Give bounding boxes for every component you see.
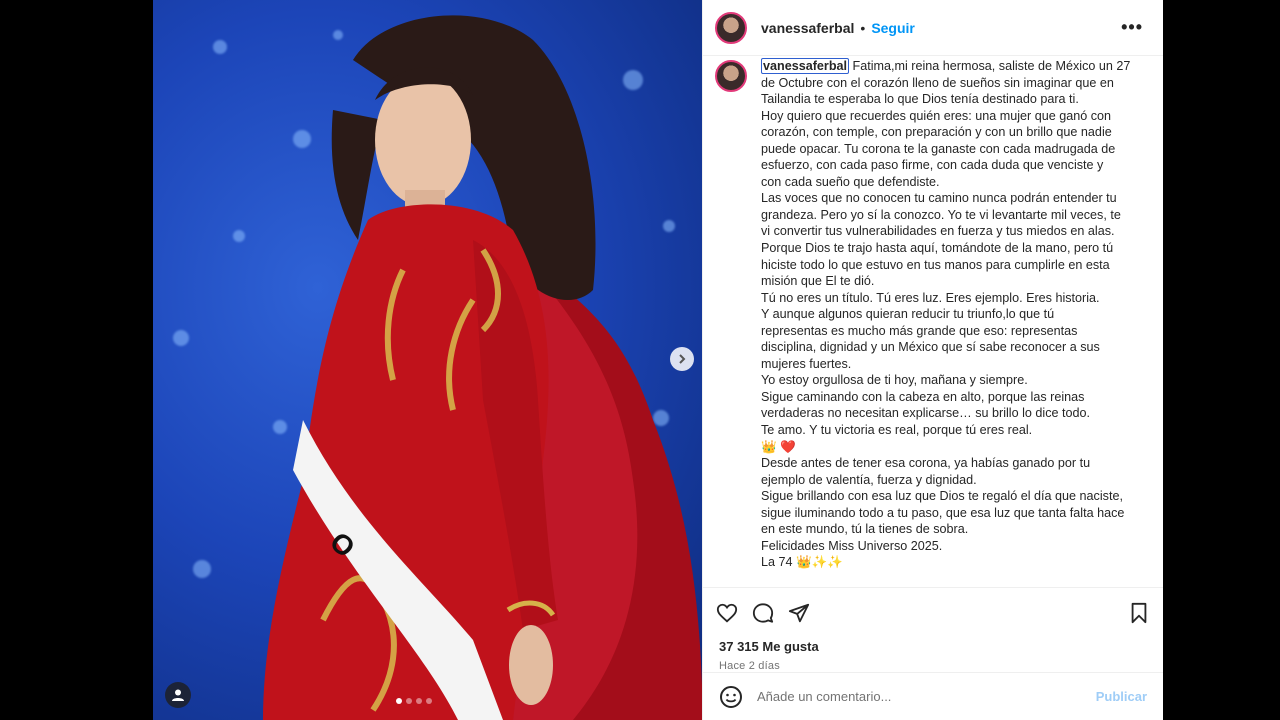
crown-emoji: 👑 [761,439,777,454]
crown-emoji: 👑 [796,555,812,570]
emoji-icon[interactable] [719,685,743,709]
heart-icon [716,603,738,622]
caption-text: vanessaferbal Fatima,mi reina hermosa, s… [761,58,1151,587]
caption-area: vanessaferbal Fatima,mi reina hermosa, s… [703,56,1163,587]
caption-line: Sigue brillando con esa luz que Dios te … [761,489,1123,504]
post-header: vanessaferbal • Seguir ••• [703,0,1163,56]
follow-button[interactable]: Seguir [871,20,915,36]
caption-line: esfuerzo, con cada paso firme, con cada … [761,158,1104,173]
caption-line: misión que El te dió. [761,274,875,289]
caption-line: La 74 [761,555,793,570]
avatar[interactable] [715,11,747,44]
post-sidebar: vanessaferbal • Seguir ••• vanessaferbal… [702,0,1163,720]
caption-line: corazón, con temple, con preparación y c… [761,125,1112,140]
caption-line: Te amo. Y tu victoria es real, porque tú… [761,423,1033,438]
pager-dot [426,698,432,704]
comment-button[interactable] [751,601,775,625]
post-timestamp[interactable]: Hace 2 días [703,654,1163,672]
caption-line: ejemplo de valentía, fuerza y dignidad. [761,472,977,487]
caption-emoji-line: 👑 ❤️ [761,439,1151,456]
caption-username[interactable]: vanessaferbal [761,58,850,74]
separator: • [860,19,866,36]
pager-dot [416,698,422,704]
caption-line: Hoy quiero que recuerdes quién eres: una… [761,108,1112,123]
caption-line: disciplina, dignidad y un México que sí … [761,340,1100,355]
caption-line: Tú no eres un título. Tú eres luz. Eres … [761,290,1100,305]
more-options-button[interactable]: ••• [1121,17,1151,38]
caption-line: Y aunque algunos quieran reducir tu triu… [761,307,1055,322]
share-button[interactable] [787,601,811,625]
carousel-next-button[interactable] [670,347,694,371]
woman-in-red-gown-photo: O [263,15,702,720]
user-icon [172,689,184,701]
caption-first-line: vanessaferbal Fatima,mi reina hermosa, s… [761,58,1151,75]
heart-emoji: ❤️ [780,439,796,454]
caption-line: Fatima,mi reina hermosa, saliste de Méxi… [852,59,1131,73]
pager-dot [406,698,412,704]
caption-line: hiciste todo lo que estuvo en tus manos … [761,257,1110,272]
pager-dot [396,698,402,704]
caption-line: Felicidades Miss Universo 2025. [761,538,943,553]
caption-line: grandeza. Pero yo sí la conozco. Yo te v… [761,207,1121,222]
caption-line: con cada sueño que defendiste. [761,174,940,189]
save-button[interactable] [1127,601,1151,625]
caption-line: puede opacar. Tu corona te la ganaste co… [761,141,1116,156]
author-username[interactable]: vanessaferbal [761,20,854,36]
caption-line: sigue iluminando todo a tu paso, que esa… [761,505,1125,520]
caption-line: Porque Dios te trajo hasta aquí, tomándo… [761,241,1114,256]
send-icon [788,603,810,622]
post-media[interactable]: O [153,0,702,720]
caption-line: verdaderas no necesitan explicarse… su b… [761,406,1091,421]
caption-line: Tailandia te esperaba lo que Dios tenía … [761,92,1079,107]
chevron-right-icon [679,354,686,364]
tagged-users-button[interactable] [165,682,191,708]
caption-line: Las voces que no conocen tu camino nunca… [761,191,1117,206]
action-bar [703,587,1163,637]
caption-line: Yo estoy orgullosa de ti hoy, mañana y s… [761,373,1028,388]
caption-last-line: La 74 👑✨✨ [761,554,1151,571]
caption-line: Sigue caminando con la cabeza en alto, p… [761,389,1085,404]
publish-button[interactable]: Publicar [1096,689,1147,704]
sparkles-emoji: ✨ [827,555,844,570]
comment-input[interactable] [755,688,1096,705]
caption-line: de Octubre con el corazón lleno de sueño… [761,75,1114,90]
likes-count[interactable]: 37 315 Me gusta [703,637,1163,654]
comment-bar: Publicar [703,672,1163,720]
sparkles-emoji: ✨ [811,555,828,570]
caption-line: mujeres fuertes. [761,356,852,371]
comment-icon [752,602,774,623]
caption-line: representas es mucho más grande que eso:… [761,323,1078,338]
caption-avatar[interactable] [715,60,747,92]
caption-line: Desde antes de tener esa corona, ya habí… [761,456,1091,471]
post-modal: O vanessaferbal • Seguir ••• vanessaferb… [153,0,1163,720]
bookmark-icon [1131,602,1147,623]
caption-line: vi convertir tus vulnerabilidades en fue… [761,224,1115,239]
like-button[interactable] [715,601,739,625]
caption-line: en este mundo, tú la tienes de sobra. [761,522,969,537]
carousel-pager [396,698,432,704]
